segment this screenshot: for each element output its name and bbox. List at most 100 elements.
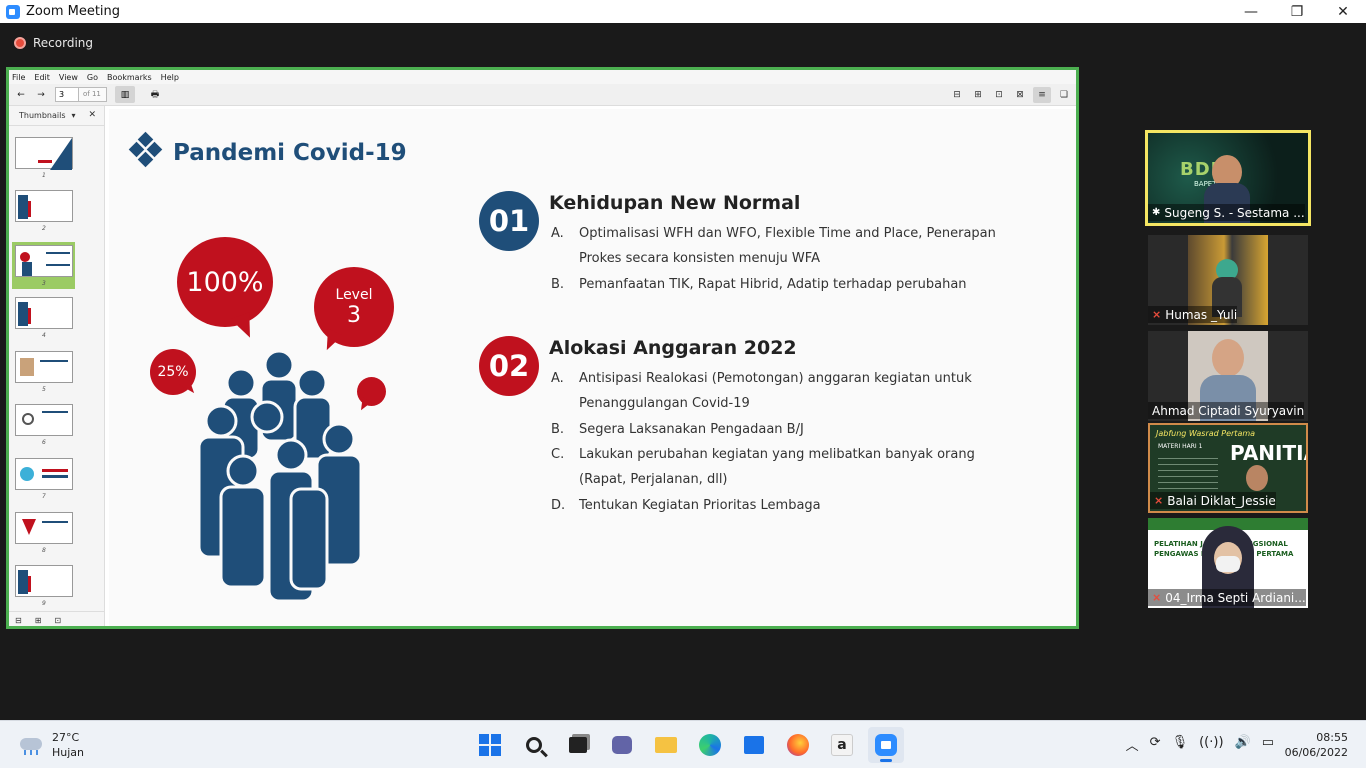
bubble-100-percent: 100% bbox=[177, 237, 273, 327]
minimize-button[interactable]: — bbox=[1228, 0, 1274, 23]
thumbnail[interactable]: 4 bbox=[15, 297, 73, 339]
restore-button[interactable]: ❐ bbox=[1274, 0, 1320, 23]
list-item: C. Lakukan perubahan kegiatan yang melib… bbox=[551, 442, 1021, 492]
item-letter: A. bbox=[551, 371, 564, 386]
close-button[interactable]: ✕ bbox=[1320, 0, 1366, 23]
menu-view[interactable]: View bbox=[59, 73, 78, 82]
section-number-01: 01 bbox=[479, 191, 539, 251]
menu-help[interactable]: Help bbox=[161, 73, 179, 82]
participant-video-ahmad[interactable]: Ahmad Ciptadi Syuryavin bbox=[1148, 331, 1308, 421]
participant-video-jessie[interactable]: Jabfung Wasrad Pertama MATERI HARI 1 PAN… bbox=[1148, 423, 1308, 513]
thumbnails-header[interactable]: Thumbnails ▾ ✕ bbox=[9, 106, 104, 126]
microphone-icon[interactable]: 🎙 bbox=[1172, 735, 1189, 754]
zoom-taskbar-icon[interactable] bbox=[868, 727, 904, 763]
participant-name: ⨯ 04_Irma Septi Ardiani... bbox=[1148, 589, 1306, 606]
participant-name: ⨯ Balai Diklat_Jessie bbox=[1150, 492, 1276, 509]
item-text: Tentukan Kegiatan Prioritas Lembaga bbox=[579, 498, 821, 513]
mic-muted-icon: ⨯ bbox=[1152, 308, 1162, 321]
thumbnail[interactable]: 9 bbox=[15, 565, 73, 607]
chevron-up-icon[interactable]: ︿ bbox=[1126, 735, 1139, 754]
participant-name: ⨯ Humas _Yuli bbox=[1148, 306, 1238, 323]
expand-icon[interactable]: ⊞ bbox=[35, 616, 42, 625]
participant-name-text: Humas _Yuli bbox=[1165, 307, 1238, 322]
mic-muted-icon: ⨯ bbox=[1152, 591, 1162, 604]
dual-page-icon[interactable]: ❏ bbox=[1056, 87, 1072, 103]
taskbar-clock[interactable]: 08:55 06/06/2022 bbox=[1285, 730, 1348, 760]
zoom-out-icon[interactable]: ⊟ bbox=[949, 87, 965, 103]
menu-bookmarks[interactable]: Bookmarks bbox=[107, 73, 152, 82]
microsoft-store-icon[interactable] bbox=[736, 727, 772, 763]
window-title: Zoom Meeting bbox=[26, 4, 121, 19]
participant-name-text: Ahmad Ciptadi Syuryavin bbox=[1152, 403, 1305, 418]
participant-name-text: Balai Diklat_Jessie bbox=[1167, 493, 1276, 508]
close-icon[interactable]: ✕ bbox=[88, 110, 96, 120]
item-text: Segera Laksanakan Pengadaan B/J bbox=[579, 422, 804, 437]
fit-width-icon[interactable]: ⊠ bbox=[1012, 87, 1028, 103]
clock-date: 06/06/2022 bbox=[1284, 746, 1348, 759]
back-arrow-icon[interactable]: ← bbox=[13, 87, 29, 103]
diamond-logo-icon bbox=[128, 131, 163, 174]
list-item: B. Segera Laksanakan Pengadaan B/J bbox=[551, 417, 1021, 442]
shared-screen[interactable]: File Edit View Go Bookmarks Help ← → 3 o… bbox=[6, 67, 1079, 629]
task-view-icon[interactable] bbox=[560, 727, 596, 763]
continuous-view-icon[interactable]: ≡ bbox=[1033, 87, 1051, 103]
page-total: of 11 bbox=[79, 87, 107, 102]
windows-taskbar: 27°C Hujan a ︿ ⟳ 🎙 ((·)) 🔊 ▭ 08:55 06/06… bbox=[0, 720, 1366, 768]
volume-icon[interactable]: 🔊 bbox=[1235, 735, 1251, 754]
clock-time: 08:55 bbox=[1316, 731, 1348, 744]
search-icon[interactable] bbox=[516, 727, 552, 763]
participant-video-sugeng[interactable]: BDL BAPETEN ✱Sugeng S. - Sestama ... bbox=[1145, 130, 1311, 226]
weather-desc: Hujan bbox=[52, 746, 85, 759]
file-explorer-icon[interactable] bbox=[648, 727, 684, 763]
battery-icon[interactable]: ▭ bbox=[1262, 735, 1274, 754]
menu-go[interactable]: Go bbox=[87, 73, 98, 82]
participant-face bbox=[1246, 465, 1268, 491]
bubble-level-num: 3 bbox=[347, 302, 361, 328]
menu-file[interactable]: File bbox=[12, 73, 25, 82]
thumbnail[interactable]: 1 bbox=[15, 137, 73, 179]
thumbnail[interactable]: 3 bbox=[15, 245, 73, 287]
face-mask bbox=[1216, 556, 1240, 572]
thumbnail[interactable]: 8 bbox=[15, 512, 73, 554]
item-letter: A. bbox=[551, 226, 564, 241]
thumbnail[interactable]: 6 bbox=[15, 404, 73, 446]
slide-title: Pandemi Covid-19 bbox=[173, 140, 407, 166]
window-titlebar: Zoom Meeting — ❐ ✕ bbox=[0, 0, 1366, 23]
thumbnail[interactable]: 5 bbox=[15, 351, 73, 393]
weather-temp: 27°C bbox=[52, 731, 80, 744]
participant-video-irma[interactable]: PELATIHAN JABATAN FUNGSIONAL PENGAWAS RA… bbox=[1148, 518, 1308, 608]
participant-video-yuli[interactable]: ⨯ Humas _Yuli bbox=[1148, 235, 1308, 325]
recording-label: Recording bbox=[33, 36, 94, 50]
sidebar-toggle-icon[interactable]: ▥ bbox=[115, 86, 135, 103]
network-sync-icon[interactable]: ⟳ bbox=[1150, 735, 1161, 754]
item-letter: B. bbox=[551, 422, 565, 437]
menu-edit[interactable]: Edit bbox=[34, 73, 50, 82]
list-item: A. Optimalisasi WFH dan WFO, Flexible Ti… bbox=[551, 221, 1021, 271]
firefox-icon[interactable] bbox=[780, 727, 816, 763]
item-text: Optimalisasi WFH dan WFO, Flexible Time … bbox=[579, 226, 996, 266]
edge-browser-icon[interactable] bbox=[692, 727, 728, 763]
bubble-25-label: 25% bbox=[157, 364, 189, 380]
board-panitia: PANITIA bbox=[1230, 441, 1306, 465]
print-icon[interactable]: 🖶 bbox=[147, 87, 163, 103]
zoom-in-icon[interactable]: ⊞ bbox=[970, 87, 986, 103]
fit-page-icon[interactable]: ⊡ bbox=[991, 87, 1007, 103]
participant-name: ✱ Sugeng S. - Sestama ... bbox=[1148, 204, 1305, 221]
recording-indicator[interactable]: Recording bbox=[14, 36, 93, 50]
collapse-icon[interactable]: ⊟ bbox=[15, 616, 22, 625]
teams-chat-icon[interactable] bbox=[604, 727, 640, 763]
rain-cloud-icon bbox=[18, 734, 44, 756]
board-line: MATERI HARI 1 bbox=[1158, 443, 1203, 450]
thumbnail[interactable]: 2 bbox=[15, 190, 73, 232]
forward-arrow-icon[interactable]: → bbox=[33, 87, 49, 103]
weather-widget[interactable]: 27°C Hujan bbox=[18, 730, 84, 760]
zoom-app-icon bbox=[6, 4, 20, 19]
page-number-input[interactable]: 3 bbox=[55, 87, 79, 102]
windows-start-icon[interactable] bbox=[472, 727, 508, 763]
list-item: A. Antisipasi Realokasi (Pemotongan) ang… bbox=[551, 366, 1021, 416]
board-title: Jabfung Wasrad Pertama bbox=[1156, 429, 1256, 438]
thumbnail[interactable]: 7 bbox=[15, 458, 73, 500]
fit-icon[interactable]: ⊡ bbox=[54, 616, 61, 625]
amazon-icon[interactable]: a bbox=[824, 727, 860, 763]
wifi-icon[interactable]: ((·)) bbox=[1199, 735, 1223, 754]
